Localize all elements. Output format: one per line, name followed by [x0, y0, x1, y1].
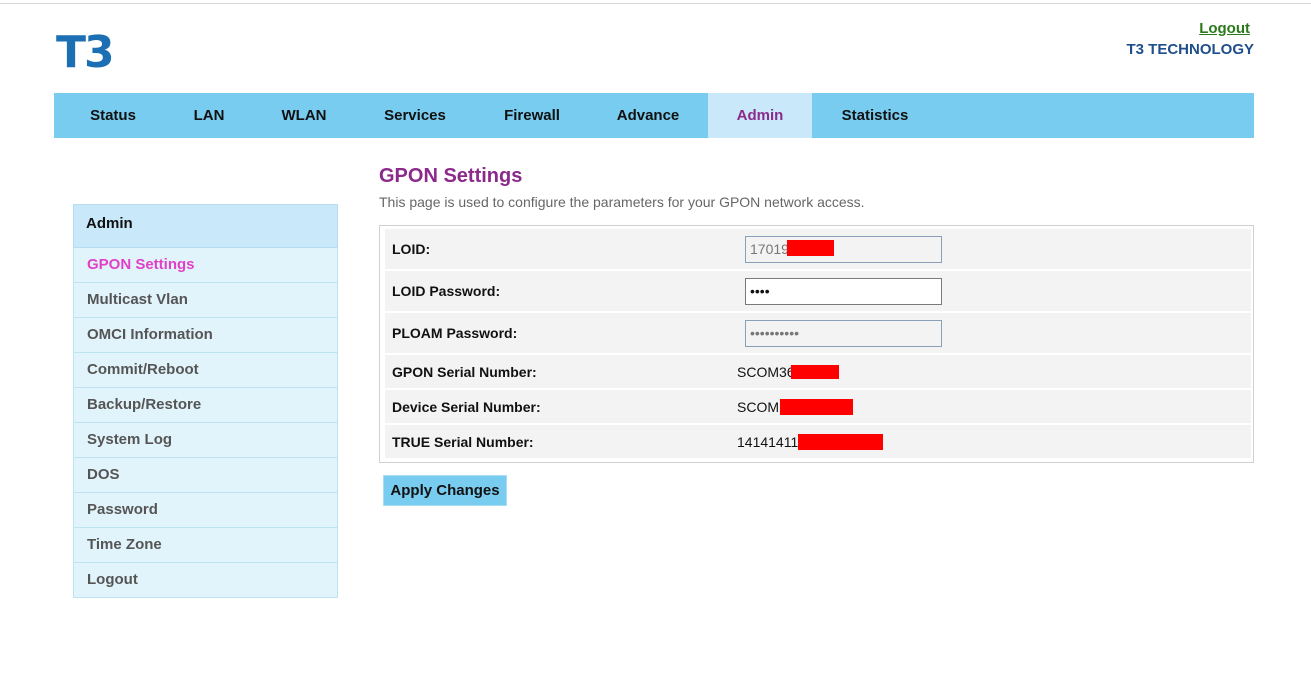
- t3-logo: T3: [56, 27, 115, 78]
- logout-link[interactable]: Logout: [1199, 20, 1250, 37]
- loid-redaction: [787, 239, 834, 256]
- sidebar-item-commit-reboot[interactable]: Commit/Reboot: [73, 353, 338, 388]
- top-divider: [0, 3, 1311, 4]
- loid-password-input[interactable]: [745, 277, 942, 305]
- true-serial-row: TRUE Serial Number: 14141411: [385, 425, 1251, 458]
- loid-password-row: LOID Password:: [385, 271, 1251, 311]
- device-serial-value: SCOM: [737, 398, 779, 415]
- loid-label: LOID:: [392, 241, 431, 257]
- nav-statistics[interactable]: Statistics: [824, 93, 926, 138]
- sidebar-item-logout[interactable]: Logout: [73, 563, 338, 598]
- gpon-settings-form: LOID: LOID Password: PLOAM Password: GPO…: [379, 225, 1254, 463]
- main-nav: Status LAN WLAN Services Firewall Advanc…: [54, 93, 1254, 138]
- nav-services[interactable]: Services: [365, 93, 465, 138]
- gpon-serial-label: GPON Serial Number:: [392, 363, 537, 380]
- nav-lan[interactable]: LAN: [168, 93, 250, 138]
- nav-wlan[interactable]: WLAN: [259, 93, 349, 138]
- page-title: GPON Settings: [379, 165, 523, 187]
- ploam-password-input[interactable]: [745, 319, 942, 347]
- company-name: T3 TECHNOLOGY: [1126, 41, 1254, 58]
- true-serial-value: 14141411: [737, 433, 799, 450]
- nav-status[interactable]: Status: [68, 93, 158, 138]
- nav-firewall[interactable]: Firewall: [484, 93, 580, 138]
- ploam-password-label: PLOAM Password:: [392, 325, 518, 341]
- apply-changes-button[interactable]: Apply Changes: [383, 475, 507, 506]
- sidebar-item-system-log[interactable]: System Log: [73, 423, 338, 458]
- true-serial-redaction: [798, 433, 884, 450]
- nav-advance[interactable]: Advance: [599, 93, 697, 138]
- sidebar-item-gpon-settings[interactable]: GPON Settings: [73, 248, 338, 283]
- gpon-serial-redaction: [790, 364, 839, 379]
- sidebar-item-dos[interactable]: DOS: [73, 458, 338, 493]
- sidebar-item-omci-information[interactable]: OMCI Information: [73, 318, 338, 353]
- true-serial-label: TRUE Serial Number:: [392, 433, 534, 450]
- loid-input[interactable]: [745, 235, 942, 263]
- sidebar-item-multicast-vlan[interactable]: Multicast Vlan: [73, 283, 338, 318]
- sidebar-item-password[interactable]: Password: [73, 493, 338, 528]
- loid-password-label: LOID Password:: [392, 283, 501, 299]
- device-serial-label: Device Serial Number:: [392, 398, 541, 415]
- sidebar-item-time-zone[interactable]: Time Zone: [73, 528, 338, 563]
- gpon-serial-value: SCOM36: [737, 363, 795, 380]
- gpon-serial-row: GPON Serial Number: SCOM36: [385, 355, 1251, 388]
- device-serial-row: Device Serial Number: SCOM: [385, 390, 1251, 423]
- ploam-password-row: PLOAM Password:: [385, 313, 1251, 353]
- admin-sidebar: Admin GPON Settings Multicast Vlan OMCI …: [73, 204, 338, 598]
- sidebar-item-backup-restore[interactable]: Backup/Restore: [73, 388, 338, 423]
- nav-admin[interactable]: Admin: [708, 93, 812, 138]
- sidebar-heading: Admin: [73, 204, 338, 248]
- loid-row: LOID:: [385, 229, 1251, 269]
- device-serial-redaction: [780, 398, 853, 415]
- page-description: This page is used to configure the param…: [379, 194, 865, 210]
